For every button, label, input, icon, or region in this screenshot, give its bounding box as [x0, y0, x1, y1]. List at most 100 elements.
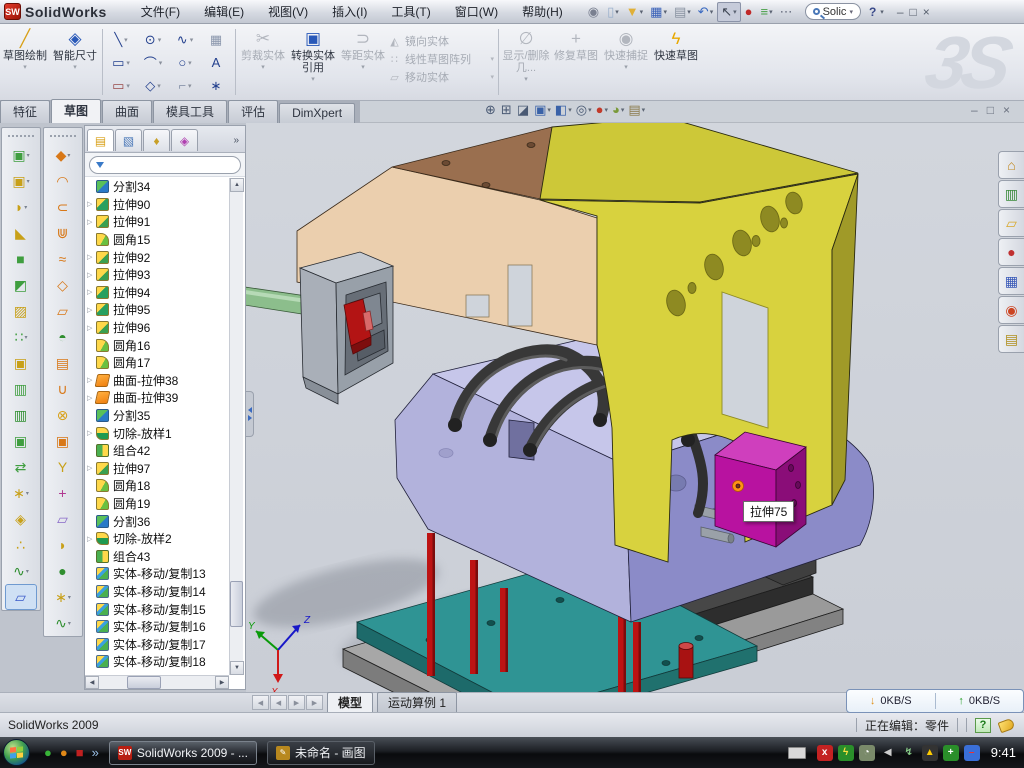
menu-item[interactable]: 窗口(W): [443, 0, 510, 23]
expand-arrow-icon[interactable]: ▷: [87, 535, 96, 543]
dropdown-arrow-icon[interactable]: ▾: [311, 75, 315, 83]
offset-entities-button[interactable]: ⊃ 等距实体 ▾: [338, 24, 388, 100]
smart-dimension-button[interactable]: ◈ 智能尺寸 ▾: [50, 24, 100, 100]
first-tab-button[interactable]: ◀: [252, 695, 269, 710]
file-explorer-icon[interactable]: ▱: [998, 209, 1024, 237]
doc-restore-button[interactable]: □: [987, 103, 994, 117]
featuremanager-tab[interactable]: ▤: [87, 129, 114, 151]
display-style-icon[interactable]: ◧▾: [555, 103, 572, 117]
move-entities-button[interactable]: ▱ 移动实体 ▾: [388, 68, 496, 86]
line-icon[interactable]: ╲▾: [105, 28, 137, 51]
configurationmanager-tab[interactable]: ♦: [143, 129, 170, 151]
spline-icon[interactable]: ∿▾: [169, 28, 201, 51]
slide-insert-block[interactable]: [300, 252, 393, 404]
display-delete-relations-button[interactable]: ∅ 显示/删除几... ▾: [501, 24, 551, 100]
feature-tree-item[interactable]: ▷ 分割35: [85, 407, 229, 425]
feature-tree-item[interactable]: ▷ 拉伸92: [85, 248, 229, 266]
overflow-dots-icon[interactable]: ⋯: [777, 2, 797, 22]
combine-bodies-icon[interactable]: ▣: [2, 350, 40, 376]
sync-blocked-icon[interactable]: –: [964, 745, 980, 761]
polygon-icon[interactable]: ◇▾: [137, 74, 169, 97]
feature-tree-item[interactable]: ▷ 拉伸96: [85, 319, 229, 337]
text-icon[interactable]: A: [201, 51, 233, 74]
fillet-sketch-icon[interactable]: ⌐▾: [169, 74, 201, 97]
boss-body-icon[interactable]: ■: [2, 246, 40, 272]
hole-wizard-icon[interactable]: ◈: [2, 506, 40, 532]
expand-arrow-icon[interactable]: ▷: [87, 218, 96, 226]
toolbar-grip[interactable]: [50, 135, 76, 139]
feature-tree-item[interactable]: ▷ 实体-移动/复制15: [85, 600, 229, 618]
next-tab-button[interactable]: ▶: [288, 695, 305, 710]
bodies-group-icon[interactable]: ▣: [2, 428, 40, 454]
scrollbar-thumb[interactable]: [230, 581, 243, 627]
menu-item[interactable]: 插入(I): [320, 0, 379, 23]
doc-minimize-button[interactable]: –: [971, 103, 978, 117]
fillet-feature-icon[interactable]: ◗▾: [2, 194, 40, 220]
options-checklist-icon[interactable]: ≡▾: [757, 2, 775, 22]
bodies-pair-icon[interactable]: ▥: [2, 376, 40, 402]
repair-sketch-button[interactable]: + 修复草图: [551, 24, 601, 100]
vpn-network-icon[interactable]: ↯: [901, 745, 917, 761]
expand-arrow-icon[interactable]: ▷: [87, 306, 96, 314]
measure-tool-icon[interactable]: ▱: [5, 584, 37, 610]
minimize-button[interactable]: –: [897, 6, 904, 18]
feature-tree-item[interactable]: ▷ 切除-放样2: [85, 530, 229, 548]
linear-pattern-feature-icon[interactable]: ∷▾: [2, 324, 40, 350]
search-input[interactable]: Solic: [823, 6, 847, 18]
feature-tree-item[interactable]: ▷ 分割36: [85, 512, 229, 530]
expand-arrow-icon[interactable]: ▷: [87, 429, 96, 437]
edit-appearance-icon[interactable]: ●▾: [596, 103, 608, 117]
feature-tree-item[interactable]: ▷ 圆角16: [85, 336, 229, 354]
flex-icon[interactable]: ≈: [44, 246, 82, 272]
zoom-fit-icon[interactable]: ⊕: [485, 103, 497, 117]
ellipse-icon[interactable]: ○▾: [169, 51, 201, 74]
feature-tree-item[interactable]: ▷ 圆角19: [85, 495, 229, 513]
feature-tree-item[interactable]: ▷ 拉伸95: [85, 301, 229, 319]
planar-surface-icon[interactable]: ▱: [44, 298, 82, 324]
prev-tab-button[interactable]: ◀: [270, 695, 287, 710]
side-core-block[interactable]: [715, 432, 806, 547]
revolve-axis-icon[interactable]: ◠: [44, 168, 82, 194]
media-player-icon[interactable]: ●: [60, 745, 68, 760]
volume-icon[interactable]: ◀: [880, 745, 896, 761]
loft-icon[interactable]: ⋓: [44, 220, 82, 246]
tree-horizontal-scrollbar[interactable]: ◀ ▶: [85, 675, 229, 689]
dropdown-arrow-icon[interactable]: ▾: [261, 63, 265, 71]
design-library-icon[interactable]: ▥: [998, 180, 1024, 208]
taskbar-window-button[interactable]: SW SolidWorks 2009 - ...: [109, 741, 257, 765]
tags-icon[interactable]: [998, 717, 1016, 732]
feature-tree-item[interactable]: ▷ 实体-移动/复制13: [85, 565, 229, 583]
surface-wizard-icon[interactable]: ∗▾: [44, 584, 82, 610]
expand-arrow-icon[interactable]: ▷: [87, 464, 96, 472]
search-box[interactable]: Solic ▾: [805, 3, 861, 20]
feature-tree-item[interactable]: ▷ 实体-移动/复制14: [85, 583, 229, 601]
mid-surface-icon[interactable]: ▱: [44, 506, 82, 532]
spline-feature-icon[interactable]: ∿▾: [2, 558, 40, 584]
feature-wizard-icon[interactable]: ∗▾: [2, 480, 40, 506]
move-face-icon[interactable]: +: [44, 480, 82, 506]
print-icon[interactable]: ▤▾: [671, 2, 694, 22]
feature-sketch-icon[interactable]: ▨: [2, 298, 40, 324]
freeform-spline-icon[interactable]: ∿▾: [44, 610, 82, 636]
sketch-button[interactable]: ╱ 草图绘制 ▾: [0, 24, 50, 100]
custom-properties-icon[interactable]: ▤: [998, 325, 1024, 353]
appearances-scenes-icon[interactable]: ◉: [998, 296, 1024, 324]
chevron-down-icon[interactable]: ▾: [849, 8, 853, 16]
command-tab[interactable]: DimXpert: [279, 103, 355, 123]
circle-icon[interactable]: ⊙▾: [137, 28, 169, 51]
feature-tree-item[interactable]: ▷ 圆角18: [85, 477, 229, 495]
rib-icon[interactable]: Y: [44, 454, 82, 480]
save-icon[interactable]: ▦▾: [647, 2, 670, 22]
fillet-surface-icon[interactable]: ◗: [44, 532, 82, 558]
command-tab[interactable]: 特征: [0, 100, 50, 123]
mirror-entities-button[interactable]: ◭ 镜向实体: [388, 32, 496, 50]
boss-extrude-icon[interactable]: ▣▾: [2, 142, 40, 168]
toolbar-grip[interactable]: [8, 135, 34, 139]
menu-item[interactable]: 视图(V): [256, 0, 320, 23]
feature-tree-item[interactable]: ▷ 拉伸94: [85, 284, 229, 302]
rectangle-icon[interactable]: ▭▾: [105, 51, 137, 74]
slot-icon[interactable]: ▭▾: [105, 74, 137, 97]
curve-points-icon[interactable]: ∴: [2, 532, 40, 558]
hide-show-items-icon[interactable]: ◎▾: [576, 103, 592, 117]
taskbar-clock[interactable]: 9:41: [991, 745, 1016, 760]
